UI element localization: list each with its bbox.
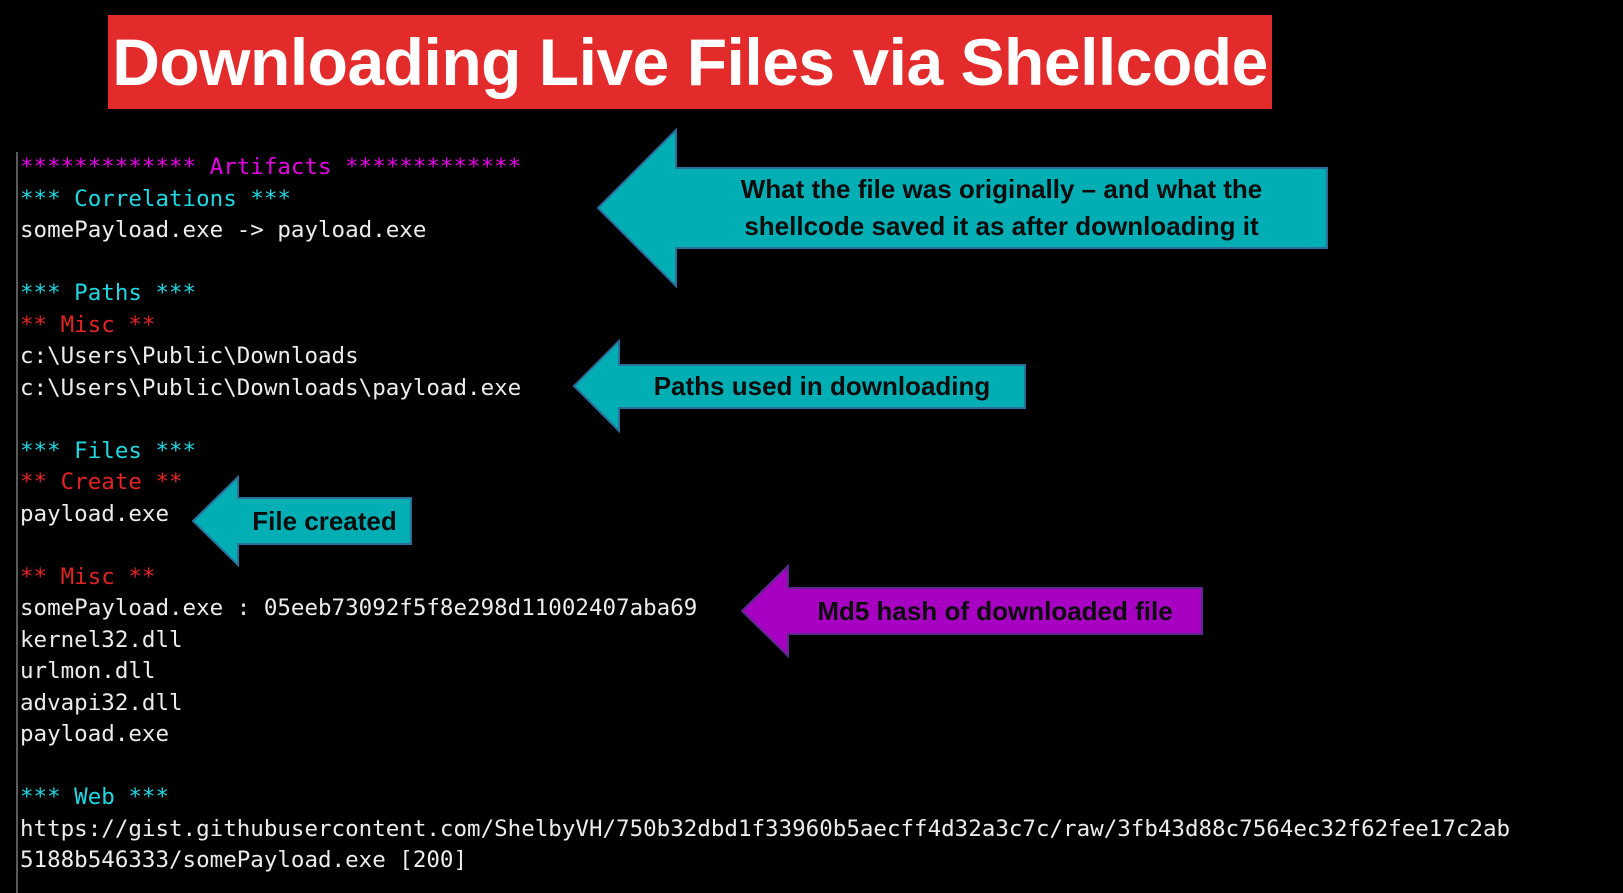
- misc-file-line: urlmon.dll: [20, 658, 156, 684]
- url-line: https://gist.githubusercontent.com/Shelb…: [20, 815, 1511, 842]
- paths-callout-text: Paths used in downloading: [653, 371, 991, 401]
- md5-callout-text: Md5 hash of downloaded file: [817, 595, 1173, 626]
- correlation-callout-text: What the file was originally – and what …: [676, 168, 1327, 248]
- file-created-callout-text: File created: [252, 505, 397, 536]
- title-banner: Downloading Live Files via Shellcode: [108, 15, 1272, 109]
- url-line: 5188b546333/somePayload.exe [200]: [20, 847, 468, 873]
- correlation-callout-line: shellcode saved it as after downloading …: [744, 211, 1259, 241]
- web-header: *** Web ***: [20, 784, 170, 810]
- files-header: *** Files ***: [20, 437, 197, 464]
- misc-file-line: advapi32.dll: [20, 689, 183, 716]
- file-created-callout: File created: [191, 474, 413, 568]
- misc-file-line: payload.exe: [20, 721, 170, 747]
- correlation-callout: What the file was originally – and what …: [596, 127, 1328, 289]
- md5-callout: Md5 hash of downloaded file: [740, 563, 1204, 659]
- page-title: Downloading Live Files via Shellcode: [112, 25, 1268, 99]
- paths-misc-header: ** Misc **: [20, 311, 156, 338]
- paths-callout: Paths used in downloading: [572, 338, 1026, 434]
- correlation-callout-line: What the file was originally – and what …: [740, 174, 1263, 204]
